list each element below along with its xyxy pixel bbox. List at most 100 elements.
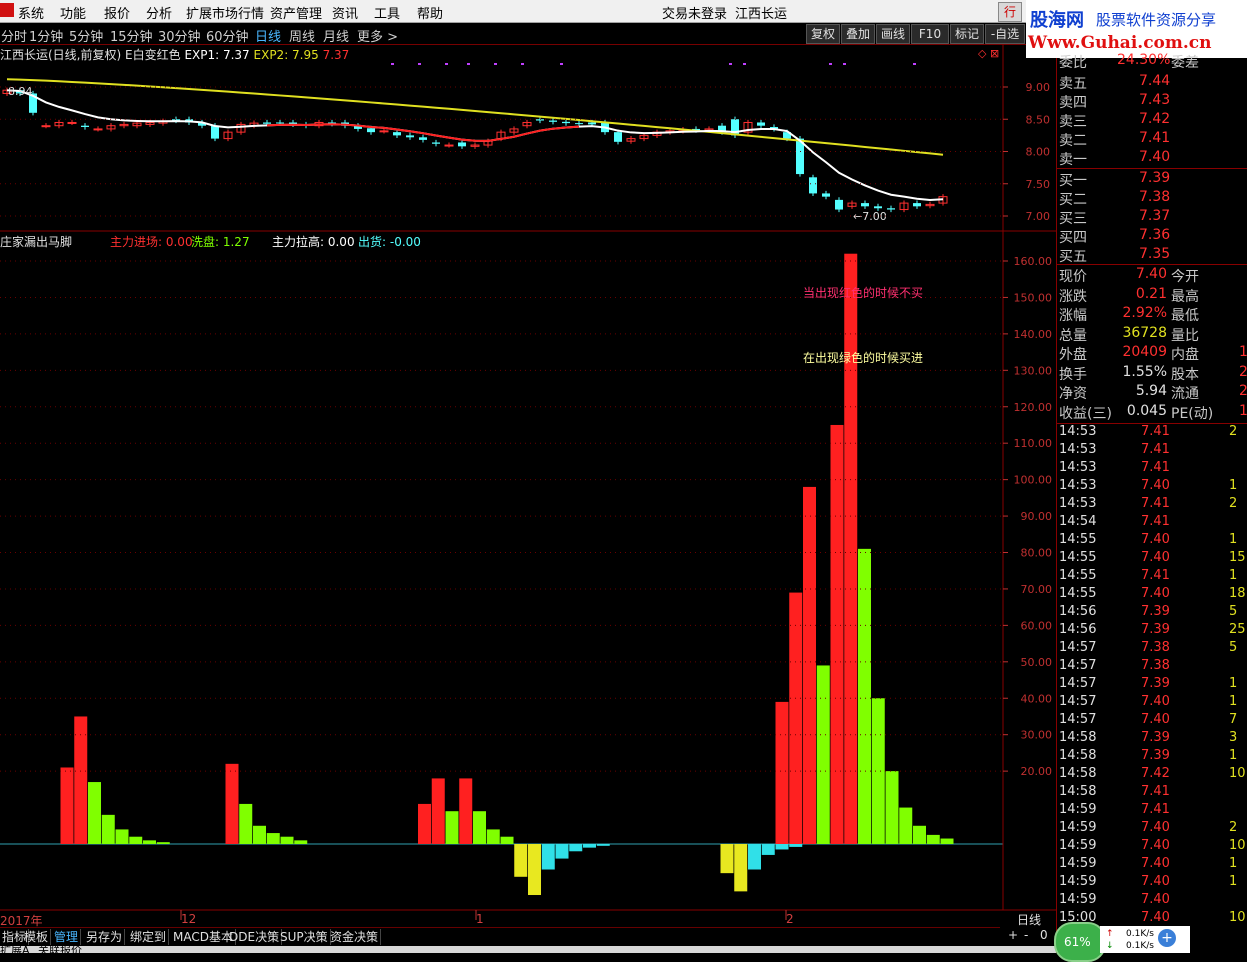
menu-item-system[interactable]: 系统 bbox=[18, 3, 44, 22]
tick-price: 7.40 bbox=[1141, 712, 1170, 727]
indicator-bar bbox=[748, 844, 761, 870]
buy-row[interactable]: 买四 7.36 bbox=[1059, 227, 1247, 246]
x-label-1: 1 bbox=[476, 912, 484, 926]
tick-row: 14:57 7.40 1 bbox=[1059, 694, 1247, 712]
period-weekly[interactable]: 周线 bbox=[289, 26, 315, 45]
status-related[interactable]: 关联报价 bbox=[38, 942, 82, 958]
buy-row[interactable]: 买三 7.37 bbox=[1059, 208, 1247, 227]
menu-item-asset-management[interactable]: 资产管理 bbox=[270, 3, 322, 22]
order-price: 7.36 bbox=[1139, 227, 1171, 243]
indicator-bar bbox=[583, 844, 596, 848]
tick-time: 14:56 bbox=[1059, 622, 1097, 637]
tab-fund[interactable]: 资金决策 bbox=[328, 929, 382, 945]
menu-item-extended-market[interactable]: 扩展市场行情 bbox=[186, 3, 264, 22]
period-60min[interactable]: 60分钟 bbox=[206, 26, 249, 45]
trade-login-status[interactable]: 交易未登录 bbox=[662, 3, 727, 22]
menu-item-tools[interactable]: 工具 bbox=[374, 3, 400, 22]
f10-button[interactable]: F10 bbox=[911, 24, 949, 44]
indicator-bar bbox=[541, 844, 555, 870]
tab-save-as[interactable]: 另存为 bbox=[84, 929, 126, 945]
reset-button[interactable]: 0 bbox=[1040, 928, 1048, 942]
period-15min[interactable]: 15分钟 bbox=[110, 26, 153, 45]
stat-value: 7.40 bbox=[1135, 266, 1167, 282]
candle-body bbox=[444, 144, 454, 147]
indicator-bar bbox=[266, 833, 280, 844]
order-price: 7.38 bbox=[1139, 189, 1171, 205]
indicator-bar bbox=[596, 844, 610, 846]
signal-mark bbox=[560, 63, 563, 65]
y-tick-label: 130.00 bbox=[1014, 364, 1053, 377]
zoom-in-button[interactable]: + bbox=[1008, 928, 1018, 942]
quote-toggle-button[interactable]: 行 bbox=[998, 2, 1022, 22]
indicator-bar bbox=[885, 771, 899, 844]
tick-volume: 5 bbox=[1229, 604, 1238, 619]
sell-row[interactable]: 卖一 7.40 bbox=[1059, 149, 1247, 168]
tick-row: 14:53 7.41 bbox=[1059, 442, 1247, 460]
adjust-rights-button[interactable]: 复权 bbox=[806, 24, 840, 44]
stat-label: 收益(三) bbox=[1059, 405, 1112, 422]
period-intraday[interactable]: 分时 bbox=[1, 26, 27, 45]
menu-item-analysis[interactable]: 分析 bbox=[146, 3, 172, 22]
sell-row[interactable]: 卖三 7.42 bbox=[1059, 111, 1247, 130]
indicator-bar bbox=[473, 811, 486, 844]
order-level-label: 卖二 bbox=[1059, 133, 1087, 149]
status-bar: 扩展A 关联报价 bbox=[0, 944, 1056, 957]
menu-item-help[interactable]: 帮助 bbox=[417, 3, 443, 22]
watchlist-button[interactable]: -自选 bbox=[985, 24, 1025, 44]
buy-row[interactable]: 买一 7.39 bbox=[1059, 170, 1247, 189]
tab-sup[interactable]: SUP决策 bbox=[278, 929, 331, 945]
indicator-bar bbox=[926, 834, 940, 844]
sell-row[interactable]: 卖二 7.41 bbox=[1059, 130, 1247, 149]
candle-body bbox=[276, 122, 284, 124]
tick-time: 14:59 bbox=[1059, 802, 1097, 817]
sell-row[interactable]: 卖四 7.43 bbox=[1059, 92, 1247, 111]
indicator-bar bbox=[445, 811, 459, 844]
stat-row: 现价 7.40 今开 bbox=[1059, 266, 1247, 285]
period-more[interactable]: 更多 > bbox=[357, 26, 398, 45]
zoom-out-button[interactable]: - bbox=[1024, 928, 1028, 942]
mark-button[interactable]: 标记 bbox=[950, 24, 984, 44]
net-speed-gauge[interactable]: 61% bbox=[1054, 922, 1106, 962]
tick-row: 14:55 7.40 18 bbox=[1059, 586, 1247, 604]
tick-row: 14:55 7.40 15 bbox=[1059, 550, 1247, 568]
menu-item-news[interactable]: 资讯 bbox=[332, 3, 358, 22]
tab-bind-to[interactable]: 绑定到 bbox=[128, 929, 170, 945]
period-1min[interactable]: 1分钟 bbox=[29, 26, 63, 45]
indicator-bar bbox=[761, 844, 775, 855]
candle-body bbox=[211, 125, 219, 139]
signal-mark bbox=[391, 63, 394, 65]
status-ext[interactable]: 扩展A bbox=[0, 942, 30, 958]
tick-volume: 25 bbox=[1229, 622, 1246, 637]
menu-item-function[interactable]: 功能 bbox=[60, 3, 86, 22]
sell-row[interactable]: 卖五 7.44 bbox=[1059, 73, 1247, 92]
draw-line-button[interactable]: 画线 bbox=[876, 24, 910, 44]
overlay-button[interactable]: 叠加 bbox=[841, 24, 875, 44]
buy-row[interactable]: 买五 7.35 bbox=[1059, 246, 1247, 265]
stat-right-label: 量比 bbox=[1171, 327, 1199, 344]
tick-volume: 5 bbox=[1229, 640, 1238, 655]
tick-time: 14:53 bbox=[1059, 460, 1097, 475]
tick-time: 14:58 bbox=[1059, 748, 1097, 763]
x-label-2: 2 bbox=[786, 912, 794, 926]
tick-time: 14:57 bbox=[1059, 694, 1097, 709]
tab-dde[interactable]: DDE决策 bbox=[227, 929, 283, 945]
tick-volume: 1 bbox=[1229, 748, 1238, 763]
menu-item-quote[interactable]: 报价 bbox=[104, 3, 130, 22]
period-30min[interactable]: 30分钟 bbox=[158, 26, 201, 45]
period-monthly[interactable]: 月线 bbox=[323, 26, 349, 45]
indicator-bar bbox=[803, 486, 816, 844]
indicator-bar bbox=[899, 807, 913, 844]
indicator-bar bbox=[555, 844, 569, 859]
tick-price: 7.40 bbox=[1141, 910, 1170, 925]
add-icon[interactable]: + bbox=[1158, 929, 1176, 947]
indicator-bar bbox=[734, 844, 748, 892]
period-daily[interactable]: 日线 bbox=[255, 26, 281, 45]
indicator-bar bbox=[871, 698, 885, 844]
tick-time: 14:57 bbox=[1059, 640, 1097, 655]
order-price: 7.35 bbox=[1139, 246, 1171, 262]
period-5min[interactable]: 5分钟 bbox=[69, 26, 103, 45]
buy-row[interactable]: 买二 7.38 bbox=[1059, 189, 1247, 208]
indicator-bar bbox=[418, 803, 431, 844]
indicator-bar bbox=[500, 836, 514, 844]
tick-row: 14:56 7.39 5 bbox=[1059, 604, 1247, 622]
